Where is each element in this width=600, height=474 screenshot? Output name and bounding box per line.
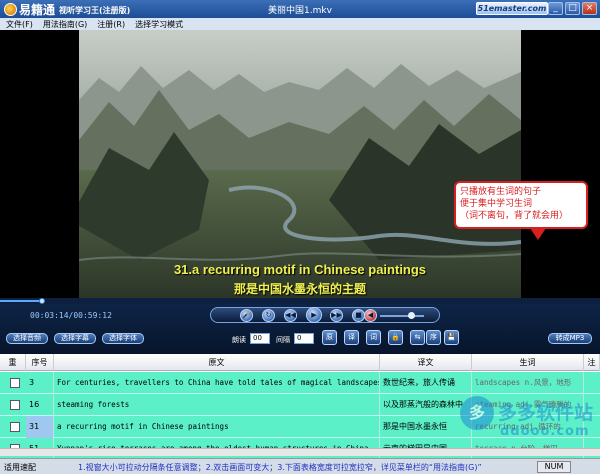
tip-callout: 只播放有生词的句子 便于集中学习生词 （词不离句，背了就会用） bbox=[454, 181, 588, 229]
watermark-name: 多多软件站 bbox=[498, 402, 594, 424]
repeat-icon[interactable]: ↻ bbox=[262, 309, 275, 322]
menu-register[interactable]: 注册(R) bbox=[97, 19, 125, 30]
table-row[interactable]: 3 For centuries, travellers to China hav… bbox=[0, 372, 600, 394]
row-translation: 数世纪来，旅人传诵 bbox=[380, 372, 472, 394]
seek-progress bbox=[0, 300, 42, 302]
save-icon[interactable]: 💾 bbox=[444, 330, 459, 345]
interval-label: 间隔 bbox=[276, 336, 290, 344]
site-badge: 51emaster.com bbox=[476, 2, 548, 15]
app-window: 易籍通 视听学习王(注册版) 美丽中国1.mkv 51emaster.com _… bbox=[0, 0, 600, 474]
col-header-words[interactable]: 生词 bbox=[472, 354, 584, 371]
callout-pointer bbox=[530, 228, 546, 240]
col-header-num[interactable]: 序号 bbox=[26, 354, 54, 371]
read-select[interactable]: 00 bbox=[250, 333, 270, 344]
watermark-logo: 多 bbox=[460, 396, 494, 430]
row-num: 3 bbox=[26, 372, 54, 394]
row-original: a recurring motif in Chinese paintings bbox=[54, 416, 380, 438]
row-original: For centuries, travellers to China have … bbox=[54, 372, 380, 394]
volume-handle[interactable] bbox=[407, 312, 415, 319]
num-lock-indicator: NUM bbox=[537, 461, 571, 473]
select-audio-button[interactable]: 选择音频 bbox=[6, 333, 48, 344]
forward-icon[interactable]: ▶▶ bbox=[330, 309, 343, 322]
menu-file[interactable]: 文件(F) bbox=[6, 19, 33, 30]
interval-select[interactable]: 0 bbox=[294, 333, 314, 344]
read-label: 朗读 bbox=[232, 336, 246, 344]
subtitle-english: 31.a recurring motif in Chinese painting… bbox=[173, 262, 427, 277]
row-original: steaming forests bbox=[54, 394, 380, 416]
reorder-icon[interactable]: ⇆ bbox=[410, 330, 425, 345]
status-bar: 适用速配 1.视窗大小可拉动分隔条任意调整；2.双击画面可变大；3.下面表格宽度… bbox=[0, 458, 600, 474]
translation-button[interactable]: 译 bbox=[344, 330, 359, 345]
row-words: landscapes n.风景，地形 bbox=[472, 372, 584, 394]
original-button[interactable]: 原 bbox=[322, 330, 337, 345]
maximize-button[interactable]: □ bbox=[565, 2, 580, 15]
menu-learning-mode[interactable]: 选择学习模式 bbox=[135, 19, 183, 30]
control-panel: 00:03:14/00:59:12 🎤 ↻ ◀◀ ▶ ▶▶ ■ ◀ 选择音频 选… bbox=[0, 304, 600, 354]
volume-slider[interactable] bbox=[380, 315, 424, 317]
row-num: 16 bbox=[26, 394, 54, 416]
row-checkbox[interactable] bbox=[10, 378, 20, 388]
title-bar: 易籍通 视听学习王(注册版) 美丽中国1.mkv 51emaster.com _… bbox=[0, 0, 600, 18]
time-readout: 00:03:14/00:59:12 bbox=[30, 311, 112, 320]
close-button[interactable]: × bbox=[582, 2, 597, 15]
lock-icon[interactable]: 🔒 bbox=[388, 330, 403, 345]
minimize-button[interactable]: _ bbox=[548, 2, 563, 15]
volume-icon[interactable]: ◀ bbox=[364, 309, 377, 322]
video-letterbox-right bbox=[521, 30, 600, 298]
video-letterbox-left bbox=[0, 30, 79, 298]
col-header-note[interactable]: 注 bbox=[584, 354, 600, 371]
callout-line: 便于集中学习生词 bbox=[460, 199, 533, 209]
row-num: 31 bbox=[26, 416, 54, 438]
menu-bar: 文件(F) 用法指南(G) 注册(R) 选择学习模式 bbox=[0, 18, 600, 30]
convert-mp3-button[interactable]: 转成MP3 bbox=[548, 333, 592, 344]
watermark: 多 多多软件站 ddooo.com bbox=[460, 392, 595, 450]
col-header-repeat[interactable]: 重 bbox=[0, 354, 26, 371]
horizontal-scrollbar[interactable] bbox=[0, 448, 600, 456]
table-header: 重 序号 原文 译文 生词 注 bbox=[0, 354, 600, 371]
row-checkbox[interactable] bbox=[10, 400, 20, 410]
menu-guide[interactable]: 用法指南(G) bbox=[43, 19, 87, 30]
col-header-original[interactable]: 原文 bbox=[54, 354, 380, 371]
status-mode: 适用速配 bbox=[4, 463, 36, 472]
rewind-icon[interactable]: ◀◀ bbox=[284, 309, 297, 322]
select-font-button[interactable]: 选择字体 bbox=[102, 333, 144, 344]
subtitle-chinese: 那是中国水墨永恒的主题 bbox=[233, 282, 366, 296]
video-player[interactable]: 31.a recurring motif in Chinese painting… bbox=[79, 30, 521, 298]
play-icon[interactable]: ▶ bbox=[306, 307, 322, 323]
watermark-url: ddooo.com bbox=[500, 424, 590, 439]
microphone-icon[interactable]: 🎤 bbox=[240, 309, 253, 322]
row-translation: 那是中国水墨永恒 bbox=[380, 416, 472, 438]
callout-line: 只播放有生词的句子 bbox=[460, 187, 542, 197]
callout-line: （词不离句，背了就会用） bbox=[460, 211, 569, 221]
col-header-translation[interactable]: 译文 bbox=[380, 354, 472, 371]
order-button[interactable]: 序 bbox=[426, 330, 441, 345]
video-frame-landscape bbox=[79, 30, 521, 298]
select-subtitle-button[interactable]: 选择字幕 bbox=[54, 333, 96, 344]
row-translation: 以及那蒸汽般的森林中 bbox=[380, 394, 472, 416]
row-checkbox[interactable] bbox=[10, 422, 20, 432]
word-button[interactable]: 词 bbox=[366, 330, 381, 345]
status-tip: 1.视窗大小可拉动分隔条任意调整；2.双击画面可变大；3.下面表格宽度可拉宽拉窄… bbox=[78, 463, 482, 472]
